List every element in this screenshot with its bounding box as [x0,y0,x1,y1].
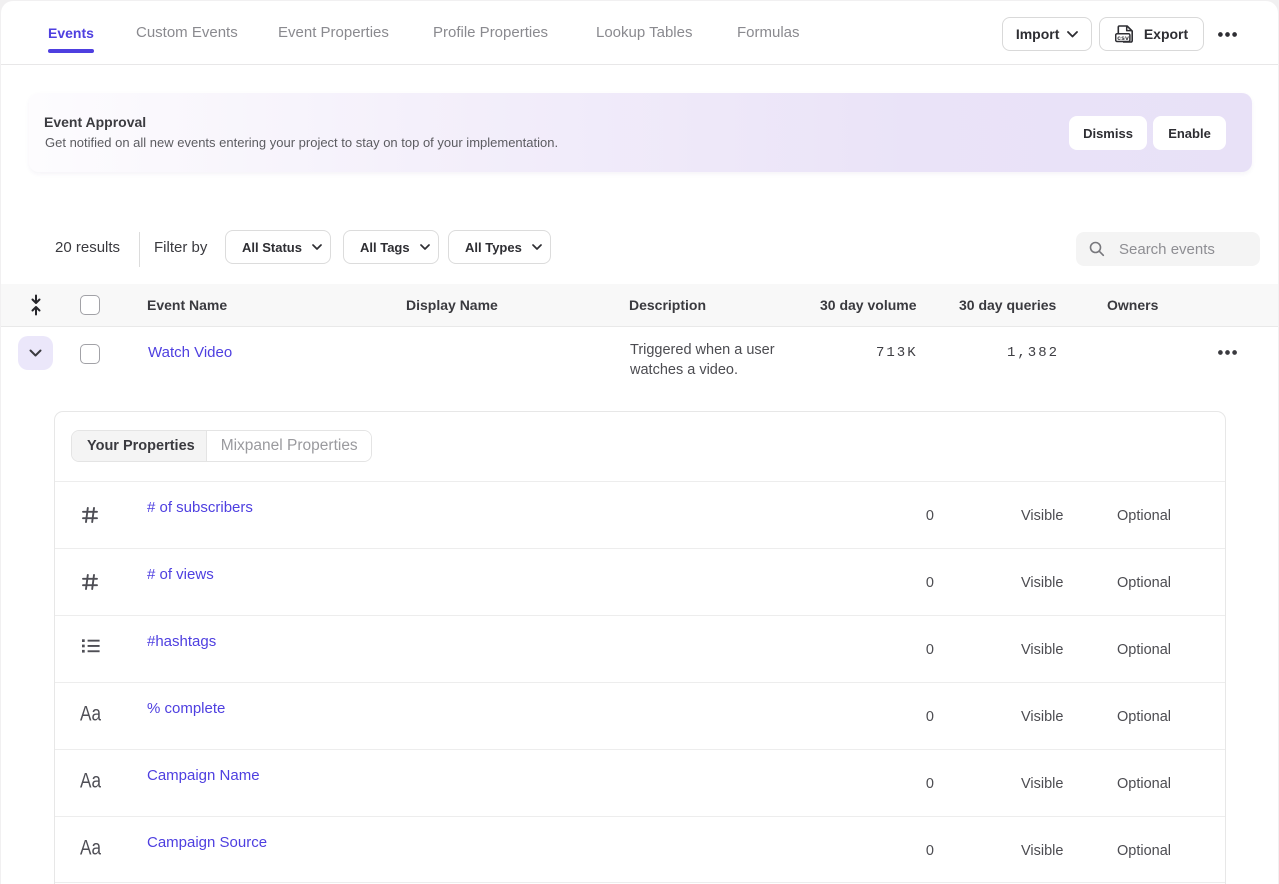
svg-text:Aa: Aa [80,772,101,789]
svg-text:csv: csv [1117,35,1129,42]
svg-text:Aa: Aa [80,839,101,856]
svg-text:Aa: Aa [80,705,101,722]
